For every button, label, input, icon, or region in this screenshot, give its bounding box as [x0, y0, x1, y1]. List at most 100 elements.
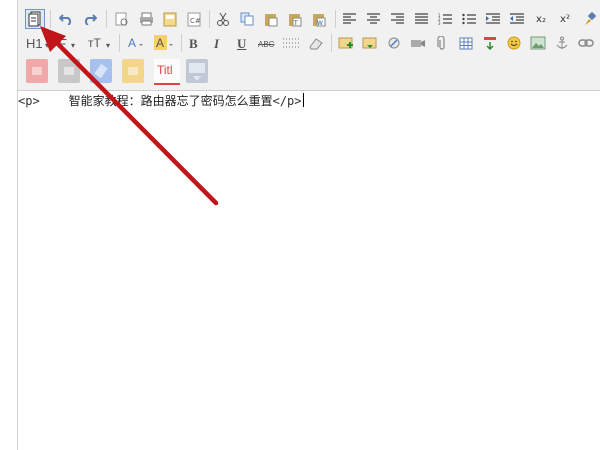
subscript-icon: x₂	[536, 13, 546, 25]
source-icon	[28, 11, 41, 27]
superscript-icon: x²	[560, 13, 570, 25]
heading-dropdown[interactable]: H1	[26, 36, 43, 51]
paste-text-button[interactable]: T	[285, 9, 305, 29]
video-icon	[411, 40, 425, 47]
copy-button[interactable]	[237, 9, 257, 29]
source-code-button[interactable]	[25, 9, 45, 29]
undo-icon	[59, 14, 72, 25]
font-color-button[interactable]: A	[126, 33, 146, 53]
paste-word-icon: W	[313, 13, 326, 27]
emoticon-button[interactable]	[504, 33, 524, 53]
horizontal-rule-button[interactable]	[281, 33, 301, 53]
hyperlink-button[interactable]	[576, 33, 596, 53]
highlight-color-button[interactable]: A	[154, 33, 174, 53]
strikethrough-button[interactable]: ABC	[258, 40, 274, 49]
chevron-down-icon: ▾	[71, 41, 76, 50]
table-icon	[459, 37, 473, 49]
insert-row-icon	[362, 37, 377, 49]
title-style-label: Titl	[157, 63, 173, 77]
title-style-button[interactable]: Titl	[154, 59, 180, 85]
text-caret	[302, 93, 304, 107]
svg-text:3: 3	[438, 21, 441, 25]
cut-button[interactable]	[213, 9, 233, 29]
source-line: <p> 智能家教程：路由器忘了密码怎么重置</p>	[18, 92, 304, 109]
paste-text-icon: T	[289, 13, 302, 27]
video-button[interactable]	[408, 33, 428, 53]
separator	[331, 34, 332, 52]
underline-button[interactable]: U	[237, 36, 246, 52]
yellow-template-button[interactable]	[122, 59, 144, 83]
code-snippet-button[interactable]: C#	[184, 9, 204, 29]
ordered-list-button[interactable]: 123	[435, 9, 455, 29]
table-button[interactable]	[456, 33, 476, 53]
red-template-button[interactable]	[26, 59, 48, 83]
subscript-button[interactable]: x₂	[531, 9, 551, 29]
font-size-dropdown[interactable]: тT	[88, 36, 101, 50]
separator	[181, 34, 182, 52]
format-painter-button[interactable]	[579, 9, 599, 29]
superscript-button[interactable]: x²	[555, 9, 575, 29]
insert-row-icon	[338, 37, 353, 49]
edit-icon	[94, 63, 108, 79]
justify-button[interactable]	[411, 9, 431, 29]
blue-template-button[interactable]	[90, 59, 112, 83]
align-center-button[interactable]	[363, 9, 383, 29]
italic-button[interactable]: I	[214, 36, 219, 52]
font-color-icon: A	[128, 36, 143, 50]
preview-button[interactable]	[112, 9, 132, 29]
image-icon	[530, 36, 546, 50]
print-button[interactable]	[136, 9, 156, 29]
remove-format-button[interactable]	[305, 33, 325, 53]
paste-button[interactable]	[261, 9, 281, 29]
insert-row-after-button[interactable]	[360, 33, 380, 53]
unordered-list-icon	[462, 13, 476, 25]
template-icon	[163, 12, 177, 26]
svg-text:A: A	[156, 36, 164, 50]
redo-button[interactable]	[80, 9, 100, 29]
brush-icon	[585, 12, 596, 25]
chevron-down-icon: ▾	[106, 41, 111, 50]
ordered-list-icon: 123	[438, 13, 452, 25]
unordered-list-button[interactable]	[459, 9, 479, 29]
more-styles-button[interactable]	[186, 59, 208, 83]
redo-icon	[84, 14, 97, 25]
close-tag: </p>	[272, 94, 302, 108]
gray-template-button[interactable]	[58, 59, 80, 83]
eraser-icon	[308, 37, 323, 49]
separator	[335, 10, 336, 28]
link-button[interactable]	[384, 33, 404, 53]
separator	[50, 10, 51, 28]
paste-icon	[265, 13, 278, 26]
anchor-button[interactable]	[552, 33, 572, 53]
cut-icon	[217, 12, 229, 26]
insert-row-before-button[interactable]	[336, 33, 356, 53]
anchor-icon	[556, 36, 568, 49]
paperclip-icon	[437, 35, 445, 50]
attachment-button[interactable]	[432, 33, 452, 53]
separator	[119, 34, 120, 52]
dotted-grid-icon	[283, 38, 299, 48]
snippet-icon: C#	[187, 12, 201, 26]
template-button[interactable]	[160, 9, 180, 29]
separator	[106, 10, 107, 28]
insert-col-button[interactable]	[480, 33, 500, 53]
align-left-button[interactable]	[339, 9, 359, 29]
align-right-button[interactable]	[387, 9, 407, 29]
image-placeholder-icon	[189, 63, 205, 81]
indent-button[interactable]	[483, 9, 503, 29]
svg-text:C#: C#	[190, 17, 201, 25]
image-button[interactable]	[528, 33, 548, 53]
font-family-dropdown[interactable]: F	[58, 36, 66, 51]
svg-text:A: A	[128, 36, 136, 50]
align-center-icon	[366, 13, 380, 24]
outdent-button[interactable]	[507, 9, 527, 29]
paste-word-button[interactable]: W	[309, 9, 329, 29]
undo-button[interactable]	[56, 9, 76, 29]
bold-button[interactable]: B	[189, 36, 198, 52]
separator	[209, 10, 210, 28]
document-icon	[64, 67, 74, 75]
document-icon	[32, 67, 42, 75]
open-tag: <p>	[18, 94, 40, 108]
justify-icon	[414, 13, 428, 24]
editor-content[interactable]: <p> 智能家教程：路由器忘了密码怎么重置</p>	[18, 91, 600, 450]
